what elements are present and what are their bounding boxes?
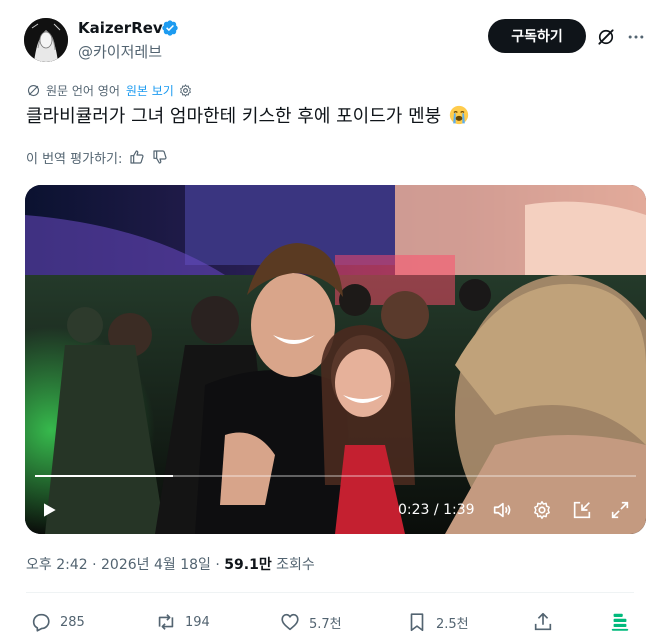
share-icon <box>534 612 552 631</box>
rate-translation: 이 번역 평가하기: <box>26 147 168 167</box>
views-label: 조회수 <box>271 557 315 573</box>
more-options-icon[interactable] <box>626 27 646 47</box>
tweet-meta: 오후 2:42 · 2026년 4월 18일 · 59.1만 조회수 <box>26 554 315 574</box>
share-button[interactable] <box>532 610 562 634</box>
reply-button[interactable]: 285 <box>30 610 85 634</box>
tweet-text: 클라비큘러가 그녀 엄마한테 키스한 후에 포이드가 멘붕 <box>26 102 469 128</box>
repost-button[interactable]: 194 <box>155 610 210 634</box>
video-player[interactable]: 0:23 / 1:39 <box>25 185 646 534</box>
meta-separator: · <box>87 557 102 573</box>
video-current-time: 0:23 <box>398 502 430 518</box>
fullscreen-icon[interactable] <box>609 499 631 521</box>
video-progress-bar[interactable] <box>35 475 636 477</box>
tweet-actions: 285 194 5.7천 2.5천 <box>0 608 659 638</box>
summary-button[interactable] <box>609 610 639 634</box>
translation-source-label: 원문 언어 영어 <box>46 83 120 98</box>
picture-in-picture-icon[interactable] <box>571 499 593 521</box>
thumbs-down-icon[interactable] <box>152 149 168 165</box>
settings-gear-icon[interactable] <box>531 499 553 521</box>
tweet-date[interactable]: 2026년 4월 18일 <box>101 557 211 573</box>
video-progress-fill <box>35 475 174 477</box>
loudly-crying-face-icon <box>449 105 469 125</box>
gear-icon[interactable] <box>178 83 193 98</box>
tweet-header: KaizerRev @카이저레브 구독하기 <box>0 0 659 80</box>
like-count: 5.7천 <box>309 616 342 632</box>
thumbs-up-icon[interactable] <box>129 149 145 165</box>
video-time-separator: / <box>429 502 444 518</box>
like-button[interactable]: 5.7천 <box>279 610 342 634</box>
translation-notice: 원문 언어 영어 원본 보기 <box>26 80 193 100</box>
video-frame <box>25 185 646 534</box>
grok-icon[interactable] <box>596 27 616 47</box>
bookmark-button[interactable]: 2.5천 <box>406 610 469 634</box>
play-icon[interactable] <box>39 500 59 520</box>
volume-icon[interactable] <box>491 499 513 521</box>
user-handle[interactable]: @카이저레브 <box>78 41 162 62</box>
reply-icon <box>32 613 50 632</box>
avatar[interactable] <box>24 18 68 62</box>
summary-icon <box>611 613 629 631</box>
repost-count: 194 <box>185 614 210 630</box>
repost-icon <box>158 614 174 630</box>
bookmark-icon <box>410 613 424 632</box>
views-count: 59.1만 <box>224 557 272 573</box>
translate-icon <box>27 84 40 96</box>
reply-count: 285 <box>60 614 85 630</box>
tweet-text-body: 클라비큘러가 그녀 엄마한테 키스한 후에 포이드가 멘붕 <box>26 106 442 127</box>
verified-badge-icon <box>162 20 178 36</box>
tweet-time[interactable]: 오후 2:42 <box>26 557 88 573</box>
meta-separator: · <box>210 557 225 573</box>
video-duration: 1:39 <box>443 502 475 518</box>
heart-icon <box>281 613 299 631</box>
rate-translation-label: 이 번역 평가하기: <box>26 151 123 167</box>
divider <box>26 592 634 593</box>
show-original-link[interactable]: 원본 보기 <box>126 82 174 99</box>
display-name[interactable]: KaizerRev <box>78 19 163 37</box>
subscribe-button[interactable]: 구독하기 <box>488 19 586 53</box>
bookmark-count: 2.5천 <box>436 616 469 632</box>
video-time: 0:23 / 1:39 <box>398 500 475 520</box>
